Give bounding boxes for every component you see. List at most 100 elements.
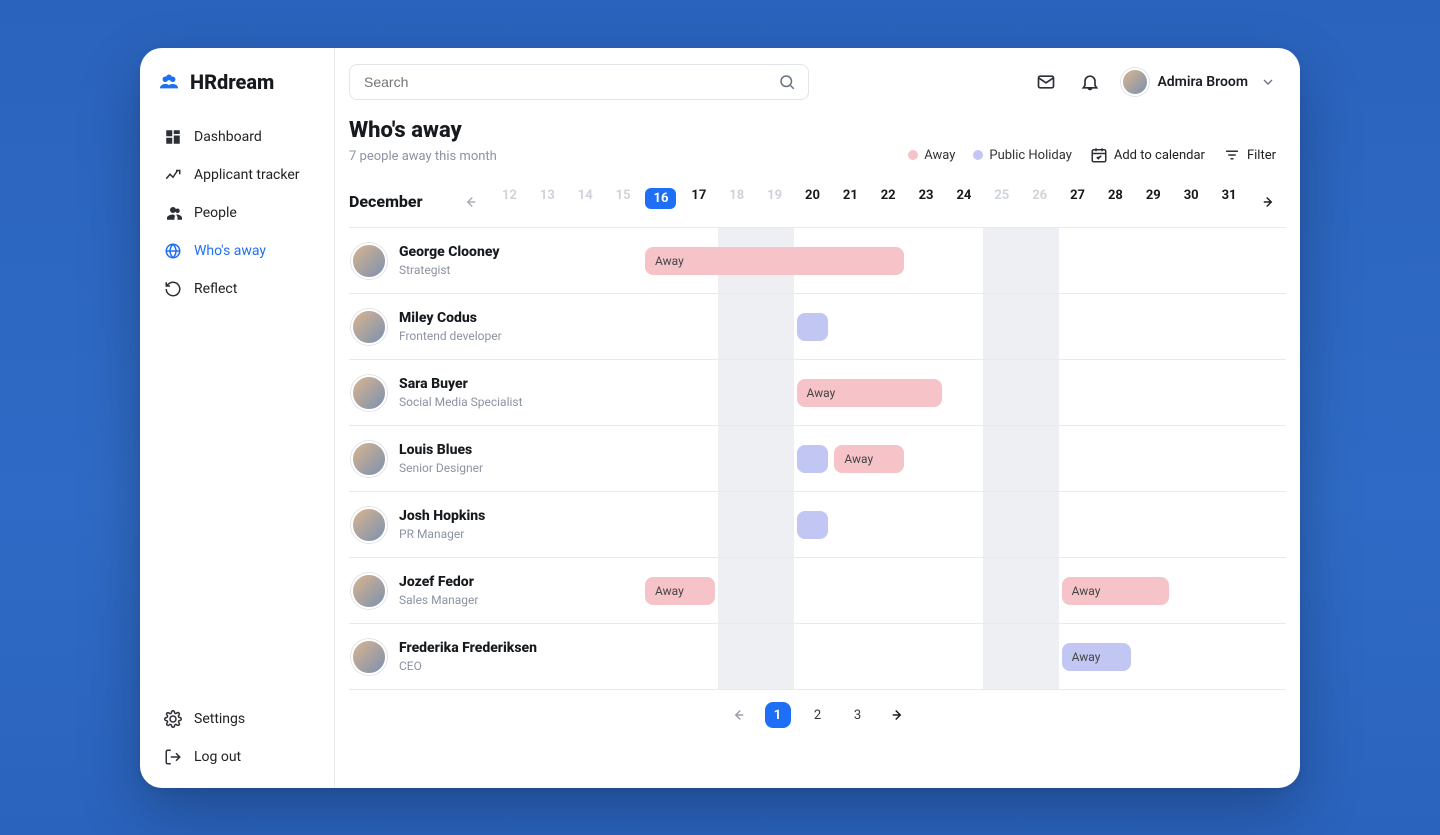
day-14[interactable]: 14 [566,182,604,221]
holiday-bar[interactable]: Away [1062,643,1132,671]
day-21[interactable]: 21 [831,182,869,221]
person-role: CEO [399,659,537,673]
prev-range-button[interactable] [457,189,483,215]
person-role: Senior Designer [399,461,483,475]
day-23[interactable]: 23 [907,182,945,221]
sidebar-bottom: Settings Log out [156,702,318,774]
person-name: George Clooney [399,244,499,260]
chevron-down-icon [1260,74,1276,90]
grid-icon [164,128,182,146]
holiday-bar[interactable] [797,313,829,341]
day-31[interactable]: 31 [1210,182,1248,221]
away-bar[interactable]: Away [1062,577,1170,605]
away-bar[interactable]: Away [797,379,942,407]
day-19[interactable]: 19 [756,182,794,221]
brand-name: HRdream [190,70,274,94]
pager-page-1[interactable]: 1 [765,702,791,728]
mail-icon [1036,72,1056,92]
pagination: 123 [335,690,1300,736]
bell-icon [1080,72,1100,92]
holiday-bar[interactable] [797,511,829,539]
day-27[interactable]: 27 [1059,182,1097,221]
pager-prev[interactable] [725,702,751,728]
next-range-button[interactable] [1256,189,1282,215]
person-avatar [351,441,387,477]
person-name: Miley Codus [399,310,502,326]
search-input[interactable] [362,73,770,91]
user-avatar [1121,68,1149,96]
day-25[interactable]: 25 [983,182,1021,221]
sidebar-item-reflect[interactable]: Reflect [156,272,318,306]
person-row: George Clooney Strategist Away [349,227,1286,293]
main: Admira Broom Who's away 7 people away th… [335,48,1300,788]
person-avatar [351,639,387,675]
page-title: Who's away [349,118,497,143]
person-name: Jozef Fedor [399,574,478,590]
person-row: Frederika FrederiksenCEO Away [349,623,1286,689]
search-input-wrap[interactable] [349,64,809,100]
person-row: Jozef Fedor Sales Manager Away Away [349,557,1286,623]
person-name: Josh Hopkins [399,508,485,524]
day-12[interactable]: 12 [491,182,529,221]
person: Jozef Fedor Sales Manager [349,573,634,609]
brand-icon [158,71,180,93]
app-window: HRdream Dashboard Applicant tracker People… [140,48,1300,788]
day-26[interactable]: 26 [1021,182,1059,221]
person: George Clooney Strategist [349,243,634,279]
day-15[interactable]: 15 [604,182,642,221]
day-13[interactable]: 13 [528,182,566,221]
pager-page-2[interactable]: 2 [805,702,831,728]
person-avatar [351,243,387,279]
calendar-check-icon [1090,146,1108,164]
calendar-header: December 1213141516171819202122232425262… [335,164,1300,221]
brand: HRdream [158,70,318,94]
person-row: Josh HopkinsPR Manager [349,491,1286,557]
sidebar-item-who-s-away[interactable]: Who's away [156,234,318,268]
sidebar-item-log-out[interactable]: Log out [156,740,318,774]
filter-button[interactable]: Filter [1223,146,1276,164]
arrow-right-icon [889,706,907,724]
person-avatar [351,573,387,609]
arrow-left-icon [729,706,747,724]
sidebar-item-settings[interactable]: Settings [156,702,318,736]
person: Miley CodusFrontend developer [349,309,634,345]
people-icon [164,204,182,222]
person-row: Louis Blues Senior Designer Away [349,425,1286,491]
add-to-calendar-button[interactable]: Add to calendar [1090,146,1205,164]
legend-holiday: Public Holiday [973,148,1072,163]
holiday-bar[interactable] [797,445,829,473]
filter-icon [1223,146,1241,164]
day-18[interactable]: 18 [718,182,756,221]
away-bar[interactable]: Away [834,445,904,473]
month-label: December [349,192,423,211]
pager-next[interactable] [885,702,911,728]
user-menu[interactable]: Admira Broom [1121,68,1276,96]
day-16[interactable]: 16 [642,182,680,221]
sidebar-item-dashboard[interactable]: Dashboard [156,120,318,154]
person-role: Sales Manager [399,593,478,607]
day-22[interactable]: 22 [869,182,907,221]
arrow-left-icon [461,193,479,211]
person-name: Louis Blues [399,442,483,458]
day-28[interactable]: 28 [1097,182,1135,221]
away-bar[interactable]: Away [645,247,904,275]
pager-page-3[interactable]: 3 [845,702,871,728]
notifications-button[interactable] [1077,69,1103,95]
day-20[interactable]: 20 [794,182,832,221]
day-17[interactable]: 17 [680,182,718,221]
day-24[interactable]: 24 [945,182,983,221]
sidebar-item-people[interactable]: People [156,196,318,230]
calendar-grid: George ClooneyStrategistAwayMiley CodusF… [349,227,1286,690]
day-30[interactable]: 30 [1172,182,1210,221]
day-29[interactable]: 29 [1134,182,1172,221]
day-row: 1213141516171819202122232425262728293031 [491,182,1248,221]
away-bar[interactable]: Away [645,577,715,605]
sidebar-item-applicant-tracker[interactable]: Applicant tracker [156,158,318,192]
sidebar: HRdream Dashboard Applicant tracker People… [140,48,335,788]
person: Sara BuyerSocial Media Specialist [349,375,634,411]
person-role: Strategist [399,263,499,277]
trend-icon [164,166,182,184]
page-subtitle: 7 people away this month [349,149,497,164]
mail-button[interactable] [1033,69,1059,95]
person: Frederika FrederiksenCEO [349,639,634,675]
